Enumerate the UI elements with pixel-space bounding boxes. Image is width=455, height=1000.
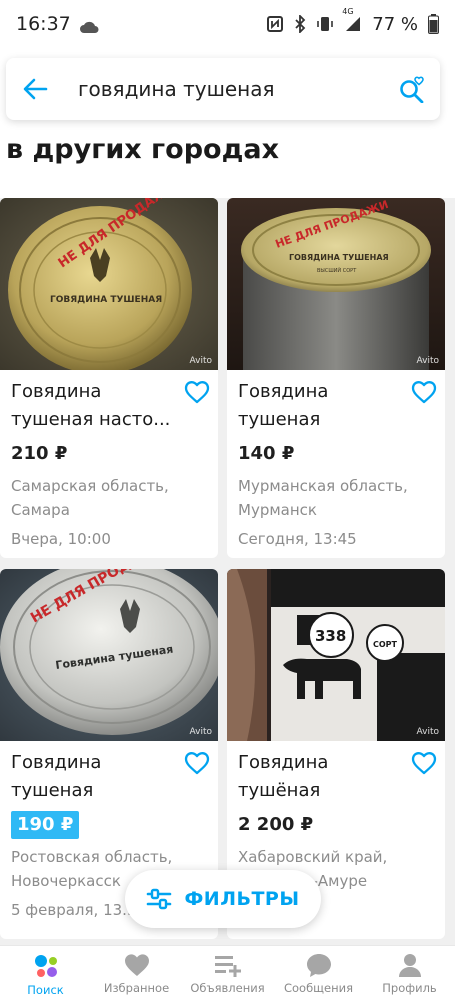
nfc-icon [266,15,284,33]
stew-can-photo: НЕ ДЛЯ ПРОДАЖИ ГОВЯДИНА ТУШЕНАЯ ВЫСШИЙ С… [227,198,445,370]
tab-label: Профиль [382,981,437,995]
heart-icon[interactable] [411,751,437,775]
listing-card[interactable]: НЕ ДЛЯ ПРОДАЖИ ГОВЯДИНА ТУШЕНАЯ ВЫСШИЙ С… [227,198,445,558]
listing-location: Мурманская область, Мурманск [238,477,408,519]
search-query[interactable]: говядина тушеная [78,77,384,101]
can-number: 338 [315,627,346,645]
tab-label: Объявления [190,981,265,995]
results-content[interactable]: 688 объявлений есть в других городах гов… [0,48,455,945]
listing-date: Вчера, 10:00 [11,530,111,548]
listing-title[interactable]: Говядина тушеная насто... [11,378,181,434]
stew-can-photo: НЕ ДЛЯ ПРОДАЖИ Говядина тушеная [0,569,218,741]
tab-profile[interactable]: Профиль [364,946,455,1000]
vibrate-icon [316,15,334,33]
tab-label: Избранное [103,981,170,995]
listing-title[interactable]: Говядина тушеная [238,378,408,434]
tab-label: Сообщения [283,981,353,995]
tab-search[interactable]: Поиск [0,946,91,1000]
listing-photo[interactable]: 338 СОРТ Avito [227,569,445,741]
filters-button[interactable]: ФИЛЬТРЫ [125,870,321,928]
listing-date: Сегодня, 13:45 [238,530,357,548]
cloud-icon [79,17,99,33]
heart-icon[interactable] [184,380,210,404]
stew-can-photo: НЕ ДЛЯ ПРОДАЖИ ГОВЯДИНА ТУШЕНАЯ [0,198,218,370]
tab-favorites[interactable]: Избранное [91,946,182,1000]
avito-watermark: Avito [416,727,440,737]
results-heading-line2: в других городах [6,134,280,165]
avito-watermark: Avito [416,356,440,366]
listing-location: Самарская область, Самара [11,477,169,519]
listing-title[interactable]: Говядина тушеная [11,749,181,805]
listing-photo[interactable]: НЕ ДЛЯ ПРОДАЖИ ГОВЯДИНА ТУШЕНАЯ ВЫСШИЙ С… [227,198,445,370]
avito-watermark: Avito [189,356,213,366]
search-dots-icon [34,955,57,977]
signal-icon: 4G [342,7,362,33]
listing-price-highlighted: 190 ₽ [11,811,80,839]
person-icon [398,954,421,977]
heart-icon[interactable] [184,751,210,775]
network-type: 4G [342,7,354,16]
arrow-left-icon [23,78,48,100]
listing-grid: НЕ ДЛЯ ПРОДАЖИ ГОВЯДИНА ТУШЕНАЯ Avito Го… [0,198,455,945]
bottom-tab-bar: Поиск Избранное Объявления Сообщения Про… [0,945,455,1000]
status-bar: 16:37 4G 77 % [0,0,455,48]
status-icons: 4G 77 % [266,7,439,35]
can-grade: СОРТ [373,640,398,649]
listing-price: 2 200 ₽ [238,814,314,835]
search-heart-icon [400,76,424,103]
heart-filled-icon [124,954,149,976]
add-listing-icon [214,956,241,977]
save-search-button[interactable] [384,58,440,120]
listing-price: 210 ₽ [11,443,68,464]
can-name: ГОВЯДИНА ТУШЕНАЯ [50,295,162,305]
stew-can-photo: 338 СОРТ [227,569,445,741]
battery-percent: 77 % [372,13,418,35]
tab-messages[interactable]: Сообщения [273,946,364,1000]
sliders-icon [147,888,172,910]
can-grade: ВЫСШИЙ СОРТ [317,267,357,274]
battery-icon [428,14,439,34]
back-button[interactable] [6,58,64,120]
status-time: 16:37 [16,13,71,35]
bluetooth-icon [294,15,306,33]
avito-watermark: Avito [189,727,213,737]
search-bar: говядина тушеная [6,58,440,120]
filters-label: ФИЛЬТРЫ [184,888,300,910]
tab-label: Поиск [27,983,64,997]
listing-photo[interactable]: НЕ ДЛЯ ПРОДАЖИ ГОВЯДИНА ТУШЕНАЯ Avito [0,198,218,370]
listing-photo[interactable]: НЕ ДЛЯ ПРОДАЖИ Говядина тушеная Avito [0,569,218,741]
listing-title[interactable]: Говядина тушёная [238,749,408,805]
listing-price: 140 ₽ [238,443,295,464]
can-name: ГОВЯДИНА ТУШЕНАЯ [289,253,389,262]
heart-icon[interactable] [411,380,437,404]
tab-listings[interactable]: Объявления [182,946,273,1000]
chat-bubble-icon [306,954,331,977]
listing-card[interactable]: НЕ ДЛЯ ПРОДАЖИ ГОВЯДИНА ТУШЕНАЯ Avito Го… [0,198,218,558]
